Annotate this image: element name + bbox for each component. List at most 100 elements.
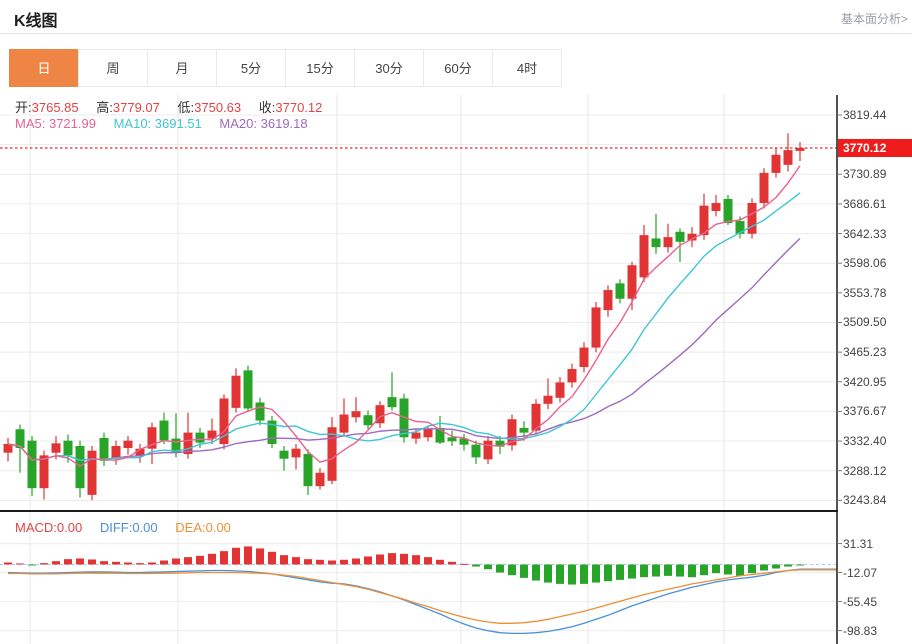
tab-period-5[interactable]: 30分: [354, 49, 424, 87]
macd-bar: [124, 562, 132, 564]
candle-body: [604, 290, 613, 310]
candle-body: [772, 155, 781, 173]
macd-bar: [736, 565, 744, 576]
macd-bar: [328, 560, 336, 564]
ma20-value: MA20: 3619.18: [219, 116, 307, 131]
price-axis-label: 3730.89: [843, 167, 886, 181]
tab-period-3[interactable]: 5分: [216, 49, 286, 87]
macd-bar: [316, 560, 324, 565]
macd-bar: [520, 565, 528, 578]
macd-bar: [496, 565, 504, 573]
macd-bar: [640, 565, 648, 578]
candle-body: [340, 415, 349, 433]
macd-bar: [772, 565, 780, 569]
dea-line: [8, 570, 837, 624]
macd-bar: [220, 551, 228, 564]
page-title: K线图: [14, 7, 58, 31]
macd-bar: [256, 548, 264, 564]
candle-body: [556, 382, 565, 397]
candle-body: [484, 441, 493, 460]
candle-body: [304, 454, 313, 486]
macd-bar: [436, 560, 444, 565]
candle-body: [580, 348, 589, 367]
macd-bar: [712, 565, 720, 574]
diff-value: DIFF:0.00: [100, 520, 158, 535]
macd-bar: [364, 556, 372, 564]
low-value: 低:3750.63: [178, 100, 242, 115]
candle-body: [100, 438, 109, 461]
macd-bar: [676, 565, 684, 577]
dea-value: DEA:0.00: [175, 520, 231, 535]
price-axis-label: 3509.50: [843, 315, 886, 329]
macd-bar: [592, 565, 600, 583]
candle-body: [784, 150, 793, 165]
macd-bar: [388, 553, 396, 564]
macd-bar: [304, 559, 312, 564]
macd-info-row: MACD:0.00 DIFF:0.00 DEA:0.00: [15, 520, 245, 535]
macd-bar: [616, 565, 624, 580]
macd-bar: [4, 562, 12, 564]
tab-period-1[interactable]: 周: [78, 49, 148, 87]
candle-body: [64, 441, 73, 456]
macd-bar: [628, 565, 636, 579]
candle-body: [592, 307, 601, 347]
macd-bar: [544, 565, 552, 583]
current-price-badge: 3770.12: [838, 139, 912, 157]
macd-bar: [376, 554, 384, 564]
macd-bar: [136, 563, 144, 564]
candle-body: [316, 473, 325, 486]
candle-body: [568, 369, 577, 382]
macd-bar: [268, 552, 276, 565]
price-axis-label: 3553.78: [843, 286, 886, 300]
ma5-value: MA5: 3721.99: [15, 116, 96, 131]
macd-bar: [784, 565, 792, 567]
price-axis-label: 3465.23: [843, 345, 886, 359]
price-axis-label: 3243.84: [843, 493, 886, 507]
candles-group: [4, 133, 805, 500]
macd-bar: [472, 565, 480, 567]
macd-bar: [352, 558, 360, 564]
candle-body: [196, 433, 205, 443]
macd-bar: [40, 563, 48, 564]
macd-axis-label: -12.07: [843, 566, 877, 580]
macd-bar: [748, 565, 756, 574]
candle-body: [112, 446, 121, 459]
price-axis-label: 3332.40: [843, 434, 886, 448]
tab-period-7[interactable]: 4时: [492, 49, 562, 87]
tab-period-6[interactable]: 60分: [423, 49, 493, 87]
candle-body: [616, 283, 625, 298]
macd-bar: [52, 561, 60, 564]
macd-bar: [604, 565, 612, 582]
price-axis-label: 3420.95: [843, 375, 886, 389]
candle-body: [4, 444, 13, 453]
macd-bar: [100, 561, 108, 564]
candle-body: [760, 173, 769, 203]
candle-body: [748, 203, 757, 234]
macd-bar: [64, 559, 72, 564]
macd-bar: [652, 565, 660, 577]
macd-bar: [196, 556, 204, 565]
tab-period-4[interactable]: 15分: [285, 49, 355, 87]
tab-period-0[interactable]: 日: [9, 49, 79, 87]
fundamental-analysis-link[interactable]: 基本面分析>: [841, 10, 908, 27]
macd-bar: [664, 565, 672, 576]
price-axis-label: 3642.33: [843, 227, 886, 241]
macd-axis-label: -98.83: [843, 624, 877, 638]
candle-body: [712, 203, 721, 211]
macd-bar: [424, 557, 432, 564]
macd-bar: [700, 565, 708, 576]
close-value: 收:3770.12: [259, 100, 323, 115]
macd-axis-label: 31.31: [843, 537, 873, 551]
macd-bar: [556, 565, 564, 584]
tab-period-2[interactable]: 月: [147, 49, 217, 87]
candle-body: [676, 232, 685, 242]
candle-body: [412, 433, 421, 439]
macd-bar: [292, 557, 300, 564]
macd-bar: [172, 558, 180, 564]
open-value: 开:3765.85: [15, 100, 79, 115]
candle-body: [232, 376, 241, 408]
macd-bar: [796, 565, 804, 566]
macd-bar: [340, 560, 348, 565]
kline-page: K线图 基本面分析> 日周月5分15分30分60分4时 开:3765.85 高:…: [0, 0, 912, 644]
price-axis-label: 3819.44: [843, 108, 886, 122]
